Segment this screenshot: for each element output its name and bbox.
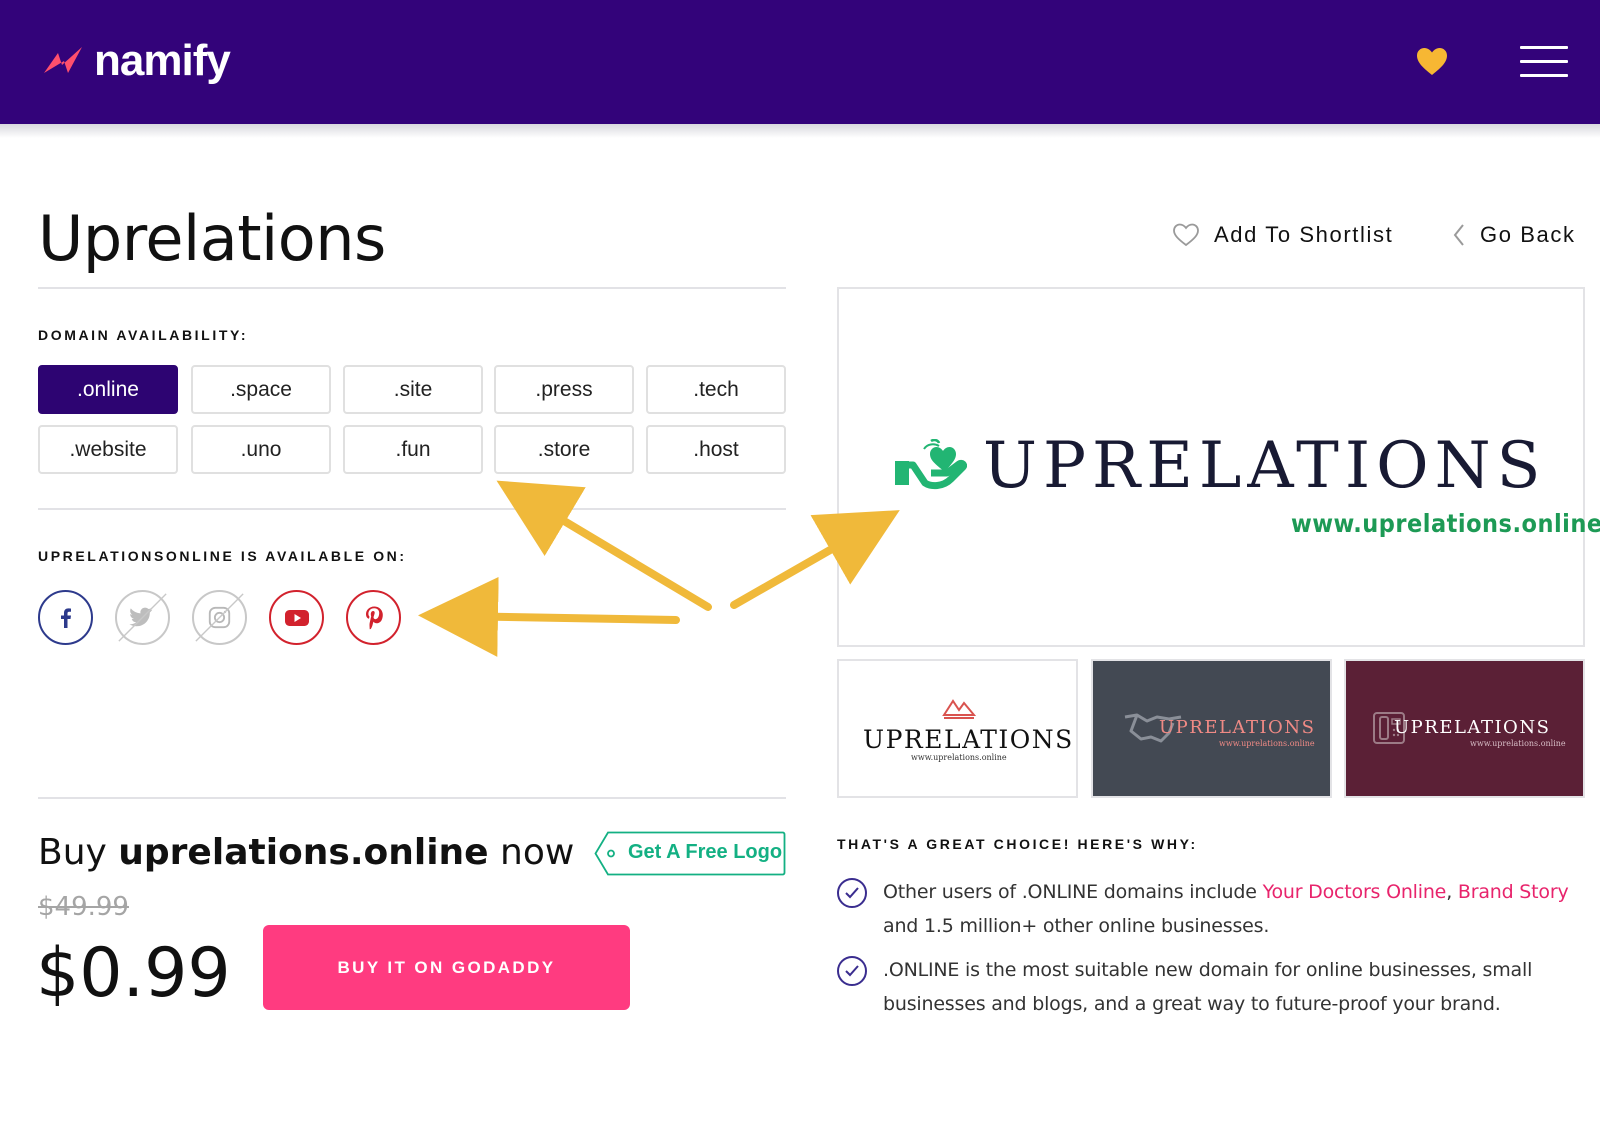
tld-site-button[interactable]: .site [343,365,483,414]
buy-on-godaddy-button[interactable]: BUY IT ON GODADDY [263,925,630,1010]
thumbnail-url: www.uprelations.online [1470,739,1566,748]
domain-availability-label: DOMAIN AVAILABILITY: [38,327,249,343]
get-free-logo-label: Get A Free Logo [628,841,783,863]
heart-icon [1417,48,1447,75]
logo-thumbnail-2[interactable]: UPRELATIONS www.uprelations.online [1091,659,1332,798]
page-title: Uprelations [38,202,386,275]
brand-story-link[interactable]: Brand Story [1458,881,1569,903]
facebook-link[interactable] [38,590,93,645]
tld-host-button[interactable]: .host [646,425,786,474]
thumbnail-wordmark: UPRELATIONS [863,725,1074,754]
twitter-icon [118,593,167,642]
header-shadow [0,124,1600,138]
tld-store-button[interactable]: .store [494,425,634,474]
logo-thumbnail-3[interactable]: UPRELATIONS www.uprelations.online [1344,659,1585,798]
favorites-button[interactable] [1414,44,1450,80]
tld-tech-button[interactable]: .tech [646,365,786,414]
tld-press-button[interactable]: .press [494,365,634,414]
get-free-logo-button[interactable]: Get A Free Logo [594,831,786,876]
top-navigation-bar: namify [0,0,1600,124]
twitter-link [115,590,170,645]
instagram-link [192,590,247,645]
tld-uno-button[interactable]: .uno [191,425,331,474]
buy-domain: uprelations.online [118,832,489,873]
your-doctors-online-link[interactable]: Your Doctors Online [1263,881,1447,903]
mountain-icon [942,699,976,719]
menu-line [1520,46,1568,49]
thumbnail-wordmark: UPRELATIONS [1159,717,1316,738]
preview-url: www.uprelations.online [1291,509,1600,538]
sale-price: $0.99 [36,934,231,1013]
why-text: Other users of .ONLINE domains include Y… [883,875,1577,943]
original-price: $49.99 [38,892,129,922]
buy-prefix: Buy [38,832,107,873]
why-text-part: Other users of .ONLINE domains include [883,881,1263,903]
heart-outline-icon [1173,223,1199,247]
namify-logo[interactable]: namify [42,36,231,86]
go-back-button[interactable]: Go Back [1452,222,1576,248]
arrow-to-domains [496,480,712,611]
divider [38,508,786,510]
menu-line [1520,74,1568,77]
divider [38,797,786,799]
add-to-shortlist-label: Add To Shortlist [1214,222,1394,247]
hand-heart-icon [895,439,967,490]
youtube-icon [284,609,309,626]
namify-logo-mark-icon [44,47,82,73]
brand-name: namify [94,36,231,85]
tld-website-button[interactable]: .website [38,425,178,474]
why-heading: THAT'S A GREAT CHOICE! HERE'S WHY: [837,836,1198,852]
why-text: .ONLINE is the most suitable new domain … [883,959,1533,1015]
youtube-link[interactable] [269,590,324,645]
pinterest-link[interactable] [346,590,401,645]
why-list-item: .ONLINE is the most suitable new domain … [837,953,1577,1021]
why-list-item: Other users of .ONLINE domains include Y… [837,875,1577,943]
arrow-to-socials [418,576,680,657]
add-to-shortlist-button[interactable]: Add To Shortlist [1172,222,1393,248]
preview-wordmark: UPRELATIONS [983,429,1547,503]
buy-headline: Buy uprelations.online now [38,832,574,873]
pinterest-icon [365,606,383,629]
thumbnail-url: www.uprelations.online [1219,739,1315,748]
hamburger-menu-button[interactable] [1520,46,1568,78]
tld-fun-button[interactable]: .fun [343,425,483,474]
thumbnail-url: www.uprelations.online [911,753,1007,762]
tld-online-button[interactable]: .online [38,365,178,414]
menu-line [1520,60,1568,63]
why-text-part: and 1.5 million+ other online businesses… [883,915,1270,937]
social-availability-label: UPRELATIONSONLINE IS AVAILABLE ON: [38,548,407,564]
tld-space-button[interactable]: .space [191,365,331,414]
check-circle-icon [837,956,867,986]
logo-thumbnail-1[interactable]: UPRELATIONS www.uprelations.online [837,659,1078,798]
divider [38,287,786,289]
thumbnail-wordmark: UPRELATIONS [1394,717,1551,738]
go-back-label: Go Back [1480,222,1576,247]
why-text-separator: , [1446,881,1458,903]
logo-preview: UPRELATIONS www.uprelations.online [837,287,1600,647]
chevron-left-icon [1453,224,1464,246]
instagram-icon [195,593,244,642]
check-circle-icon [837,878,867,908]
buy-suffix: now [500,832,575,873]
facebook-icon [60,607,71,628]
